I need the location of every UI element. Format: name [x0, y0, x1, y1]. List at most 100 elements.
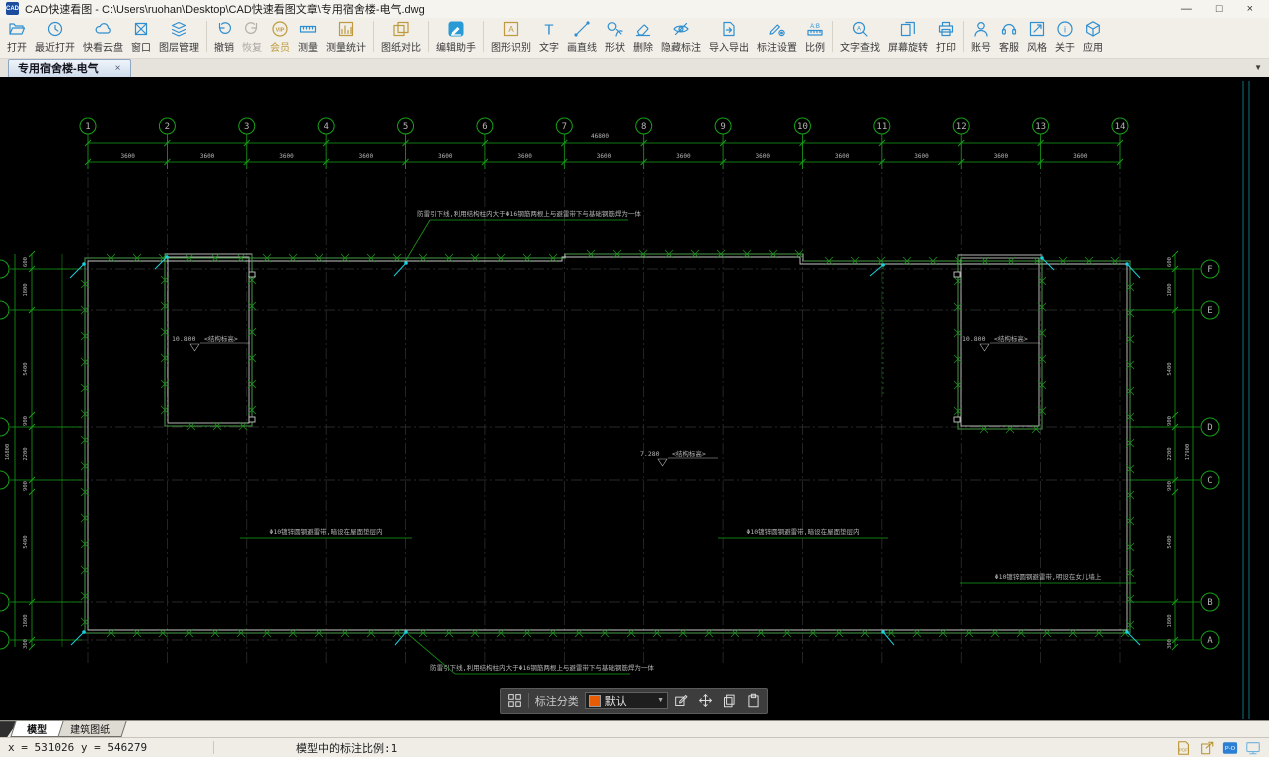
measure-icon	[299, 20, 317, 39]
toolbar-item-line[interactable]: 画直线	[563, 19, 601, 54]
svg-text:11: 11	[876, 122, 887, 132]
svg-text:VIP: VIP	[276, 28, 285, 34]
svg-text:2200: 2200	[23, 447, 29, 460]
status-bar: x = 531026 y = 546279 模型中的标注比例:1 PDFP-O	[0, 737, 1269, 757]
sheet-tab-model[interactable]: 模型	[10, 721, 63, 737]
annotation-category-dropdown[interactable]: 默认 ▼	[585, 692, 668, 709]
about-icon: i	[1056, 20, 1074, 39]
toolbar-separator	[373, 21, 374, 52]
toolbar-item-window[interactable]: 窗口	[127, 19, 155, 54]
toolbar-item-open[interactable]: 打开	[3, 19, 31, 54]
toolbar-item-label: 打印	[936, 39, 956, 54]
paste-annotation-icon[interactable]	[746, 693, 761, 708]
svg-text:i: i	[1064, 25, 1066, 35]
svg-text:16800: 16800	[5, 443, 11, 460]
toolbar-item-account[interactable]: 账号	[967, 19, 995, 54]
p-o-icon[interactable]: P-O	[1222, 740, 1238, 756]
svg-text:3600: 3600	[120, 153, 135, 160]
toolbar-collapse-icon[interactable]: ▼	[1254, 63, 1262, 72]
svg-text:Φ10镀锌圆钢避雷带,暗设在屋面垫层内: Φ10镀锌圆钢避雷带,暗设在屋面垫层内	[269, 527, 382, 536]
sheet-tab-bar: 模型建筑图纸	[0, 720, 1269, 737]
chevron-down-icon: ▼	[657, 697, 664, 704]
edit-annotation-icon[interactable]	[674, 693, 689, 708]
move-annotation-icon[interactable]	[698, 693, 713, 708]
redo-icon	[243, 20, 261, 39]
toolbar-item-support[interactable]: 客服	[995, 19, 1023, 54]
toolbar-item-vip[interactable]: VIP会员	[266, 19, 294, 54]
document-tab-label: 专用宿舍楼-电气	[18, 60, 99, 76]
toolbar-item-print[interactable]: 打印	[932, 19, 960, 54]
layers-icon	[170, 20, 188, 39]
sheet-tab-layout[interactable]: 建筑图纸	[53, 721, 126, 737]
svg-text:46800: 46800	[591, 133, 609, 140]
toolbar-item-layers[interactable]: 图层管理	[155, 19, 203, 54]
svg-text:300: 300	[1167, 639, 1173, 649]
cad-viewport[interactable]: 1360023600336004360053600636007360083600…	[0, 77, 1269, 720]
toolbar-item-undo[interactable]: 撤销	[210, 19, 238, 54]
toolbar-item-style[interactable]: 风格	[1023, 19, 1051, 54]
share-export-icon[interactable]	[1199, 740, 1215, 756]
toolbar-item-rotate[interactable]: 屏幕旋转	[884, 19, 932, 54]
svg-text:A: A	[508, 25, 514, 34]
toolbar-item-cloud[interactable]: 快看云盘	[79, 19, 127, 54]
svg-text:A:B: A:B	[810, 24, 820, 30]
toolbar-item-recent[interactable]: 最近打开	[31, 19, 79, 54]
toolbar-item-redo[interactable]: 恢复	[238, 19, 266, 54]
toolbar-item-label: 文字	[539, 39, 559, 54]
shapes-icon	[606, 20, 624, 39]
cloud-icon	[94, 20, 112, 39]
cad-canvas: 1360023600336004360053600636007360083600…	[0, 77, 1269, 720]
annotation-grid-icon[interactable]	[507, 693, 522, 708]
svg-text:2200: 2200	[1167, 447, 1173, 460]
svg-text:C: C	[1207, 476, 1212, 486]
document-tab-row: 专用宿舍楼-电气 × ▼	[0, 59, 1269, 77]
svg-text:D: D	[1207, 423, 1212, 433]
toolbar-item-hide-annot[interactable]: 隐藏标注	[657, 19, 705, 54]
svg-text:10.800: 10.800	[962, 335, 986, 343]
account-icon	[972, 20, 990, 39]
cursor-coordinates: x = 531026 y = 546279	[0, 741, 213, 754]
recent-icon	[46, 20, 64, 39]
toolbar-item-label: 撤销	[214, 39, 234, 54]
toolbar-separator	[206, 21, 207, 52]
annotation-category-label: 标注分类	[535, 693, 579, 709]
svg-text:3600: 3600	[756, 153, 771, 160]
import-export-icon	[720, 20, 738, 39]
line-icon	[573, 20, 591, 39]
toolbar-item-compare[interactable]: 图纸对比	[377, 19, 425, 54]
toolbar-item-label: 屏幕旋转	[888, 39, 928, 54]
minimize-button[interactable]: —	[1181, 3, 1192, 15]
svg-text:7.280: 7.280	[640, 450, 660, 458]
monitor-icon[interactable]	[1245, 740, 1261, 756]
window-title: CAD快速看图 - C:\Users\ruohan\Desktop\CAD快速看…	[25, 1, 425, 17]
toolbar-item-text[interactable]: T文字	[535, 19, 563, 54]
svg-text:1800: 1800	[23, 283, 29, 296]
toolbar-item-apps[interactable]: 应用	[1079, 19, 1107, 54]
document-tab[interactable]: 专用宿舍楼-电气 ×	[8, 59, 131, 77]
app-icon: CAD	[6, 2, 19, 15]
close-button[interactable]: ×	[1247, 3, 1253, 15]
toolbar-item-measure[interactable]: 测量	[294, 19, 322, 54]
toolbar-item-import-export[interactable]: 导入导出	[705, 19, 753, 54]
toolbar-item-shapes[interactable]: 形状	[601, 19, 629, 54]
toolbar-item-search[interactable]: A文字查找	[836, 19, 884, 54]
svg-text:900: 900	[1167, 481, 1173, 491]
pdf-export-icon[interactable]: PDF	[1176, 740, 1192, 756]
copy-annotation-icon[interactable]	[722, 693, 737, 708]
toolbar-item-measure-stats[interactable]: 测量统计	[322, 19, 370, 54]
svg-text:T: T	[544, 22, 553, 39]
toolbar-item-shape-recog[interactable]: A 图形识别	[487, 19, 535, 54]
toolbar-item-edit-assistant[interactable]: 编辑助手	[432, 19, 480, 54]
toolbar-item-label: 图形识别	[491, 39, 531, 54]
support-icon	[1000, 20, 1018, 39]
toolbar-item-about[interactable]: i 关于	[1051, 19, 1079, 54]
toolbar-item-scale[interactable]: A:B比例	[801, 19, 829, 54]
svg-text:Φ10镀锌圆钢避雷带,暗设在屋面垫层内: Φ10镀锌圆钢避雷带,暗设在屋面垫层内	[746, 527, 859, 536]
tab-close-icon[interactable]: ×	[115, 63, 121, 74]
svg-text:防雷引下线,利用结构柱内大于Φ16钢筋两根上与避雷带下与基础: 防雷引下线,利用结构柱内大于Φ16钢筋两根上与避雷带下与基础钢筋焊为一体	[430, 663, 654, 672]
toolbar-item-annot-settings[interactable]: 标注设置	[753, 19, 801, 54]
toolbar-item-erase[interactable]: 删除	[629, 19, 657, 54]
toolbar-item-label: 恢复	[242, 39, 262, 54]
toolbar-item-label: 关于	[1055, 39, 1075, 54]
maximize-button[interactable]: □	[1216, 3, 1223, 15]
